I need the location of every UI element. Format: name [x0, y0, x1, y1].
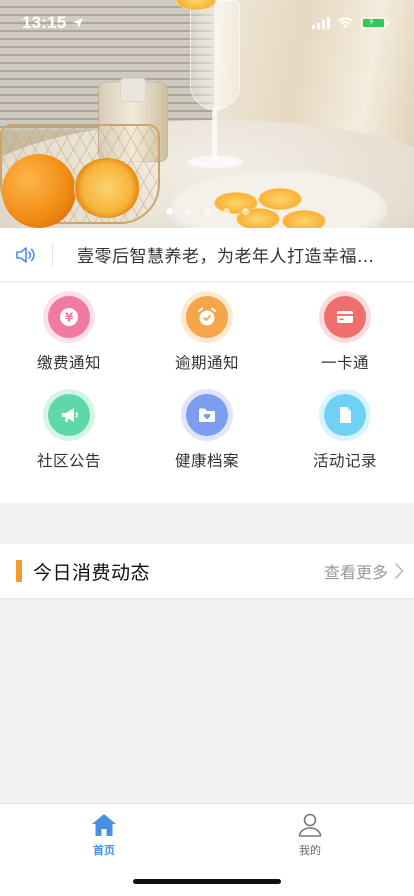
- section-title: 今日消费动态: [33, 561, 151, 584]
- user-icon: [298, 813, 322, 837]
- shortcut-health-record[interactable]: 健康档案: [138, 394, 276, 492]
- shortcut-label: 社区公告: [36, 452, 101, 470]
- status-bar: 13:15 ⚡: [0, 0, 414, 46]
- card-icon: [324, 296, 366, 338]
- view-more-link[interactable]: 查看更多: [324, 559, 404, 583]
- health-folder-icon: [186, 394, 228, 436]
- location-arrow-icon: [73, 18, 84, 28]
- shortcut-card[interactable]: 一卡通: [276, 296, 414, 394]
- shortcut-label: 逾期通知: [174, 354, 239, 372]
- alarm-clock-icon: [186, 296, 228, 338]
- speaker-icon: [16, 246, 35, 263]
- shortcut-label: 活动记录: [312, 452, 377, 470]
- shortcut-payment-notice[interactable]: ¥ 缴费通知: [0, 296, 138, 394]
- notice-text: 壹零后智慧养老，为老年人打造幸福…: [77, 247, 375, 267]
- view-more-label: 查看更多: [323, 563, 388, 582]
- tab-mine[interactable]: 我的: [280, 812, 340, 858]
- chevron-right-icon: [394, 562, 404, 580]
- notice-bar[interactable]: 壹零后智慧养老，为老年人打造幸福…: [0, 228, 414, 282]
- wifi-icon: [338, 17, 353, 29]
- section-header: 今日消费动态 查看更多: [0, 544, 414, 599]
- home-indicator: [133, 879, 281, 884]
- home-icon: [92, 814, 116, 836]
- cellular-signal-icon: [312, 17, 330, 29]
- shortcut-grid: ¥ 缴费通知 逾期通知 一卡通 社区公告 健康档案 活动记录: [0, 283, 414, 503]
- carousel-dot[interactable]: [222, 208, 230, 215]
- status-time: 13:15: [22, 13, 67, 32]
- yen-coin-icon: ¥: [48, 296, 90, 338]
- tab-label: 首页: [93, 844, 115, 857]
- carousel-dot[interactable]: [241, 208, 249, 215]
- carousel-dot[interactable]: [165, 208, 173, 215]
- shortcut-label: 一卡通: [320, 354, 369, 372]
- divider: [52, 242, 53, 267]
- document-icon: [324, 394, 366, 436]
- section-accent-bar: [16, 560, 22, 582]
- carousel-dot[interactable]: [184, 208, 192, 215]
- tab-home[interactable]: 首页: [74, 812, 134, 858]
- svg-text:¥: ¥: [65, 311, 74, 325]
- shortcut-label: 缴费通知: [36, 354, 101, 372]
- shortcut-overdue-notice[interactable]: 逾期通知: [138, 296, 276, 394]
- megaphone-icon: [48, 394, 90, 436]
- shortcut-activity-record[interactable]: 活动记录: [276, 394, 414, 492]
- battery-charging-icon: ⚡: [361, 17, 389, 29]
- tab-label: 我的: [299, 844, 321, 857]
- carousel-dot[interactable]: [203, 208, 211, 215]
- carousel-indicator: [0, 208, 414, 215]
- shortcut-community-notice[interactable]: 社区公告: [0, 394, 138, 492]
- shortcut-label: 健康档案: [174, 452, 239, 470]
- app-screen: 13:15 ⚡ 壹零后智慧养老，为老年人打造幸福… ¥ 缴费通知 逾期通知 一卡…: [0, 0, 414, 896]
